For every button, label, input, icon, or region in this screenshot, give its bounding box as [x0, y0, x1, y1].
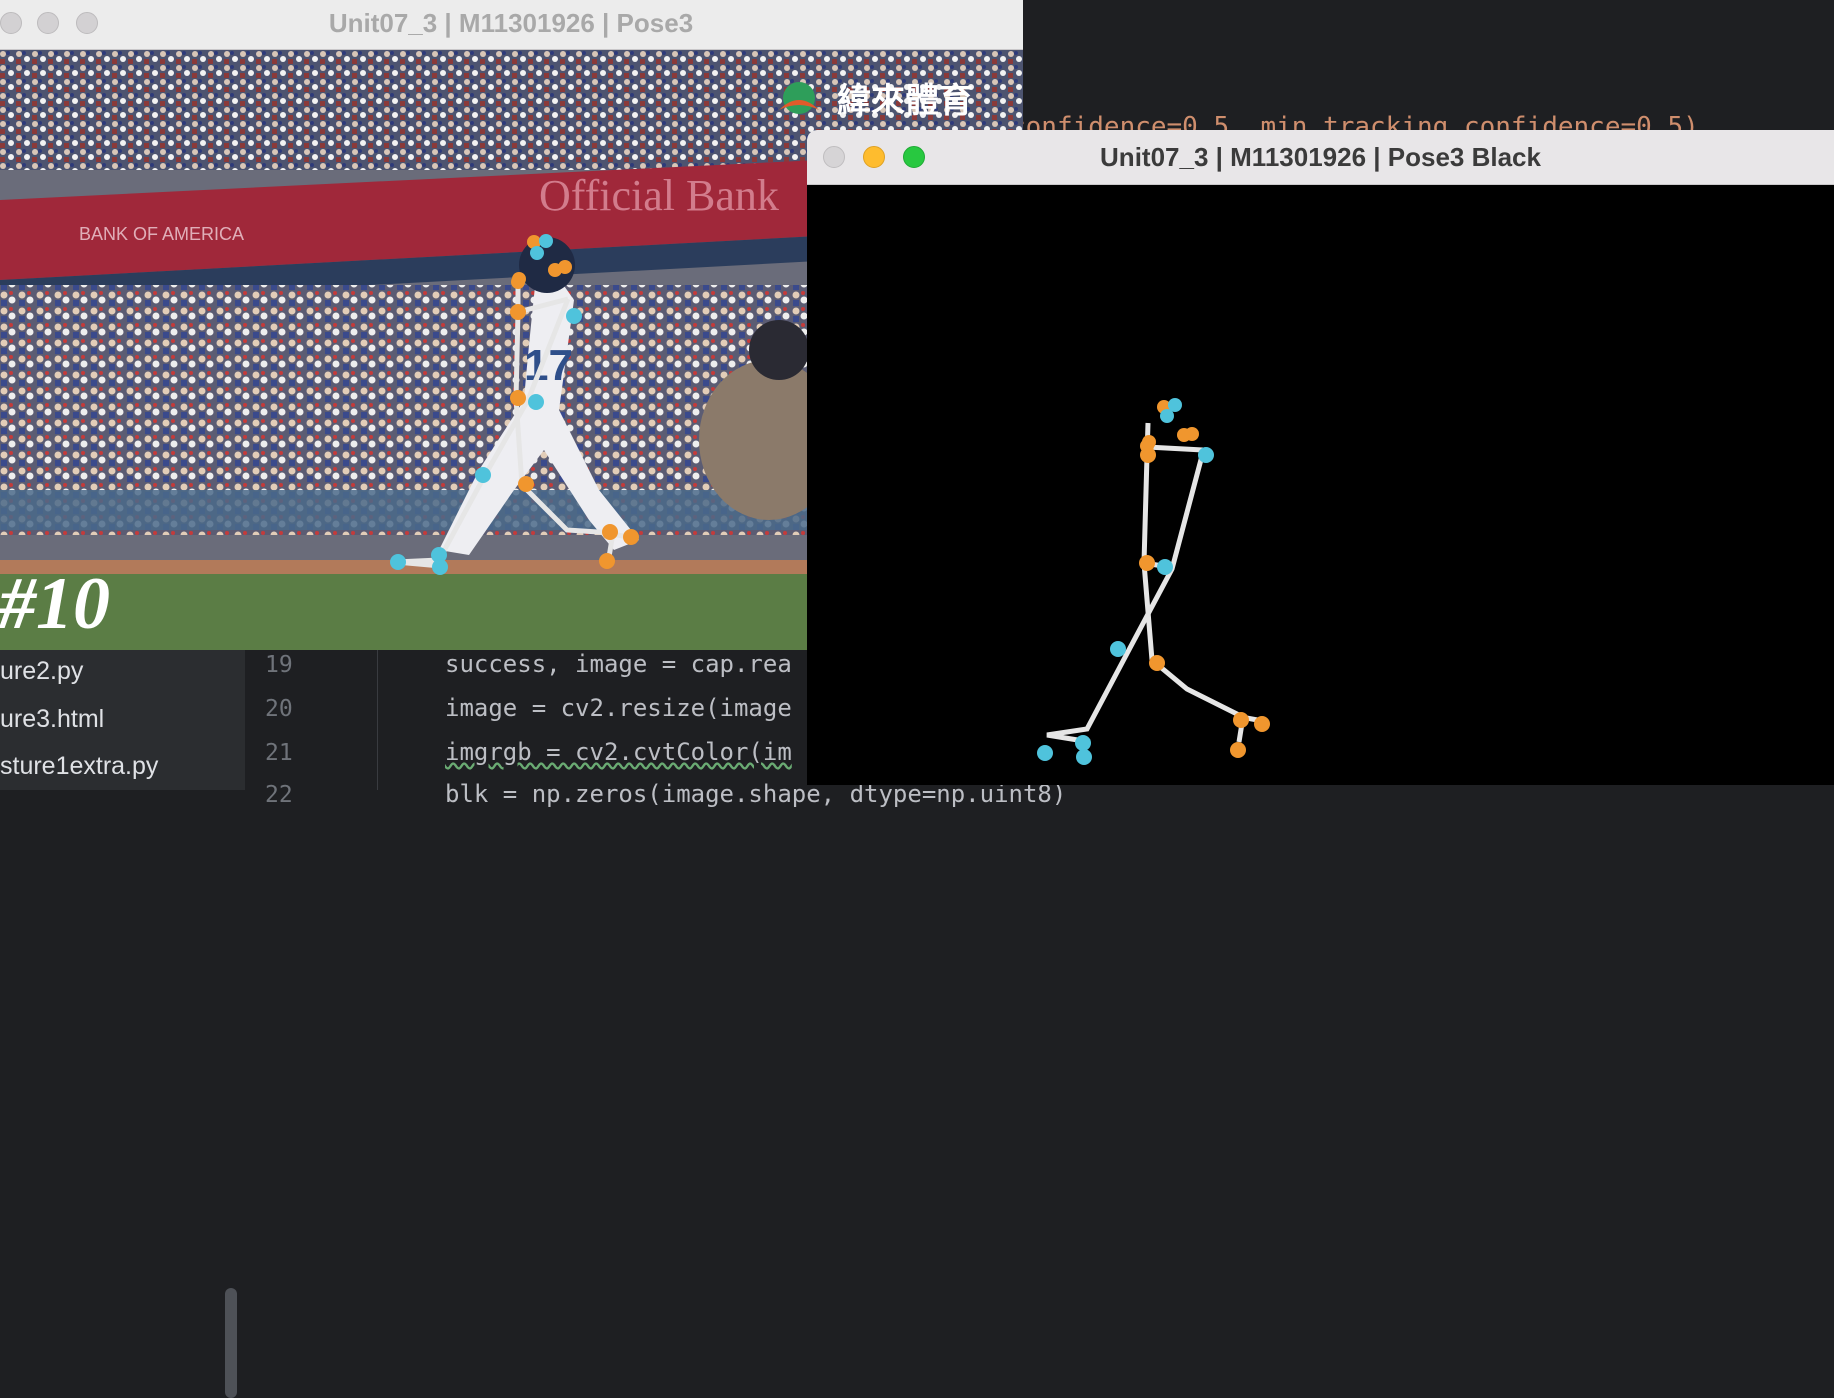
window-title: Unit07_3 | M11301926 | Pose3 Black	[1100, 142, 1541, 172]
window-title: Unit07_3 | M11301926 | Pose3	[328, 8, 694, 38]
line-number: 22	[265, 782, 293, 808]
pose-skeleton-black	[1037, 398, 1270, 765]
window-titlebar[interactable]: Unit07_3 | M11301926 | Pose3 Black	[807, 130, 1834, 185]
line-number: 20	[265, 696, 293, 722]
file-item[interactable]: ure2.py	[0, 657, 83, 686]
project-file-panel: ure2.py ure3.html sture1extra.py	[0, 640, 245, 1398]
file-item[interactable]: sture1extra.py	[0, 752, 158, 781]
file-panel-scrollbar[interactable]	[225, 1288, 237, 1398]
sponsor-text: BANK OF AMERICA	[79, 224, 244, 244]
line-number: 19	[265, 652, 293, 678]
broadcaster-logo-text: 緯來體育	[837, 81, 973, 121]
code-line[interactable]: success, image = cap.rea	[445, 650, 792, 678]
pose-black-window[interactable]: Unit07_3 | M11301926 | Pose3 Black	[807, 130, 1834, 785]
window-titlebar[interactable]: Unit07_3 | M11301926 | Pose3	[0, 0, 1023, 50]
black-pose-canvas	[807, 185, 1834, 785]
code-line[interactable]: imgrgb = cv2.cvtColor(im	[445, 738, 792, 766]
broadcaster-logo-icon	[783, 82, 815, 114]
overlay-number: #10	[0, 563, 110, 645]
banner-text: Official Bank	[539, 171, 779, 220]
file-item[interactable]: ure3.html	[0, 705, 104, 734]
code-line[interactable]: image = cv2.resize(image	[445, 694, 792, 722]
line-number: 21	[265, 740, 293, 766]
